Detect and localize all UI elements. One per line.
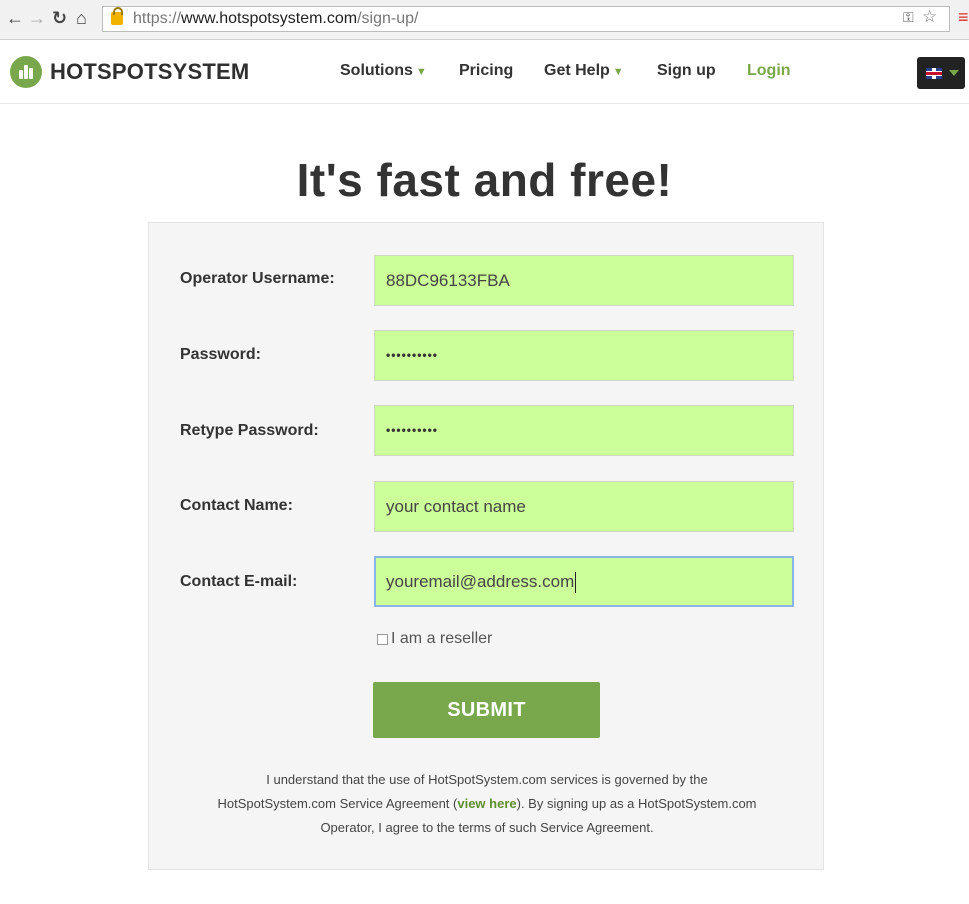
home-icon[interactable]: ⌂ bbox=[76, 8, 87, 28]
logo-icon[interactable] bbox=[10, 56, 42, 88]
contact-name-field[interactable]: your contact name bbox=[374, 481, 794, 532]
url-path: /sign-up/ bbox=[357, 10, 419, 27]
submit-button[interactable]: SUBMIT bbox=[373, 682, 600, 738]
nav-login[interactable]: Login bbox=[747, 62, 791, 80]
language-selector[interactable] bbox=[917, 57, 965, 89]
agreement-line-2b: ). By signing up as a HotSpotSystem.com bbox=[516, 796, 757, 811]
contact-email-field[interactable]: youremail@address.com bbox=[374, 556, 794, 607]
uk-flag-icon bbox=[926, 68, 942, 79]
nav-solutions-label: Solutions bbox=[340, 62, 413, 79]
reseller-label: I am a reseller bbox=[391, 630, 493, 647]
chevron-down-icon bbox=[949, 70, 959, 76]
agreement-line-1: I understand that the use of HotSpotSyst… bbox=[266, 772, 708, 787]
view-agreement-link[interactable]: view here bbox=[457, 796, 516, 811]
contact-email-value: youremail@address.com bbox=[386, 572, 575, 591]
retype-password-field[interactable]: •••••••••• bbox=[374, 405, 794, 456]
lock-icon bbox=[111, 7, 123, 25]
page-title: It's fast and free! bbox=[296, 154, 673, 206]
forward-arrow-icon[interactable]: → bbox=[28, 8, 46, 28]
nav-pricing[interactable]: Pricing bbox=[459, 62, 513, 80]
reseller-checkbox[interactable] bbox=[377, 633, 388, 645]
url-host: www.hotspotsystem.com bbox=[181, 10, 358, 27]
password-label: Password: bbox=[180, 346, 261, 363]
agreement-line-3: Operator, I agree to the terms of such S… bbox=[320, 820, 654, 835]
nav-get-help-label: Get Help bbox=[544, 62, 610, 79]
nav-pricing-label: Pricing bbox=[459, 62, 514, 79]
nav-get-help[interactable]: Get Help ▼ bbox=[544, 62, 624, 80]
reload-icon[interactable]: ↻ bbox=[52, 8, 67, 28]
logo-text[interactable]: HOTSPOTSYSTEM bbox=[50, 59, 249, 85]
chevron-down-icon: ▼ bbox=[612, 66, 624, 78]
password-field[interactable]: •••••••••• bbox=[374, 330, 794, 381]
signup-form: Operator Username: 88DC96133FBA Password… bbox=[148, 222, 824, 870]
username-field[interactable]: 88DC96133FBA bbox=[374, 255, 794, 306]
nav-sign-up-label: Sign up bbox=[657, 62, 716, 79]
back-arrow-icon[interactable]: ← bbox=[6, 8, 24, 28]
username-label: Operator Username: bbox=[180, 270, 335, 287]
browser-menu-icon[interactable]: ≡ bbox=[958, 7, 969, 28]
agreement-line-2a: HotSpotSystem.com Service Agreement ( bbox=[217, 796, 458, 811]
browser-toolbar: ← → ↻ ⌂ https://www.hotspotsystem.com/si… bbox=[0, 0, 969, 40]
nav-sign-up[interactable]: Sign up bbox=[657, 62, 716, 80]
agreement-text: I understand that the use of HotSpotSyst… bbox=[179, 768, 795, 840]
text-cursor bbox=[575, 572, 577, 594]
address-bar[interactable]: https://www.hotspotsystem.com/sign-up/ bbox=[102, 6, 950, 32]
contact-email-label: Contact E-mail: bbox=[180, 573, 298, 590]
reseller-option[interactable]: I am a reseller bbox=[377, 630, 492, 648]
url-scheme: https:// bbox=[133, 10, 182, 27]
key-icon[interactable]: ⚿ bbox=[903, 9, 914, 26]
site-header: HOTSPOTSYSTEM Solutions ▼ Pricing Get Hel… bbox=[0, 40, 969, 104]
chevron-down-icon: ▼ bbox=[415, 66, 427, 78]
retype-password-label: Retype Password: bbox=[180, 422, 319, 439]
contact-name-label: Contact Name: bbox=[180, 497, 293, 514]
nav-login-label: Login bbox=[747, 62, 791, 79]
nav-solutions[interactable]: Solutions ▼ bbox=[340, 62, 427, 80]
bookmark-star-icon[interactable]: ☆ bbox=[922, 7, 937, 27]
